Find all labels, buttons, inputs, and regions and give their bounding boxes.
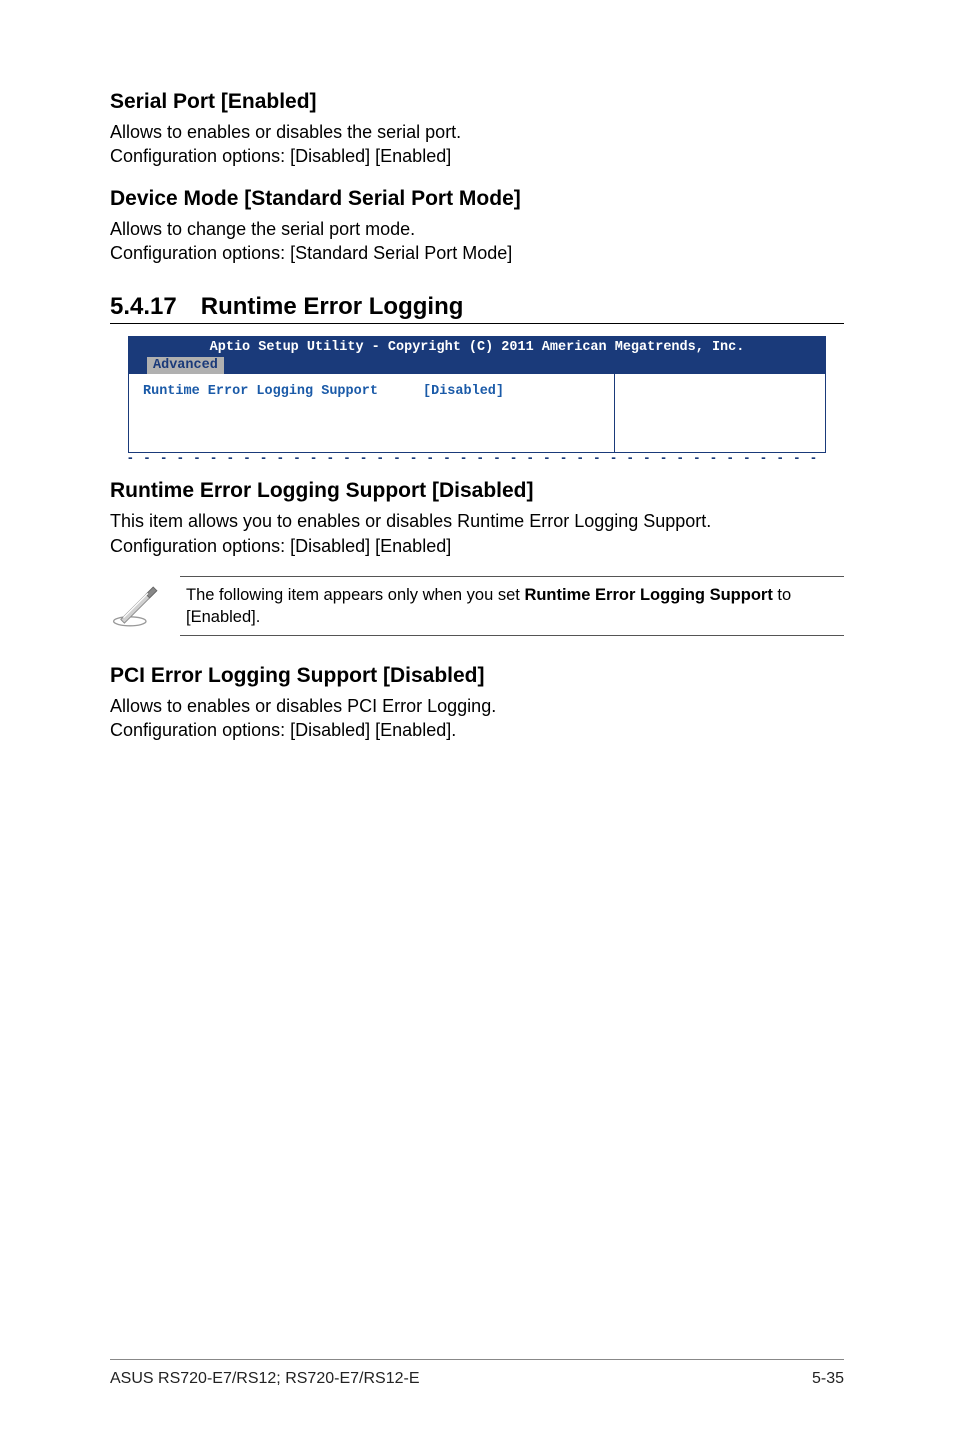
footer-right: 5-35 [812,1370,844,1388]
bios-setting-value: [Disabled] [423,384,504,399]
serial-port-line1: Allows to enables or disables the serial… [110,122,461,142]
runtime-support-heading: Runtime Error Logging Support [Disabled] [110,479,844,503]
runtime-support-line2: Configuration options: [Disabled] [Enabl… [110,536,451,556]
runtime-section-heading: 5.4.17 Runtime Error Logging [110,293,844,321]
runtime-support-line1: This item allows you to enables or disab… [110,511,711,531]
bios-header: Aptio Setup Utility - Copyright (C) 2011… [129,337,825,374]
pci-error-line2: Configuration options: [Disabled] [Enabl… [110,720,456,740]
note-text: The following item appears only when you… [186,584,844,629]
bios-tab-advanced: Advanced [147,357,224,375]
note-prefix: The following item appears only when you… [186,586,524,604]
runtime-support-text: This item allows you to enables or disab… [110,509,844,558]
bios-setting-label: Runtime Error Logging Support [143,384,423,399]
pen-note-icon [110,583,164,629]
device-mode-text: Allows to change the serial port mode. C… [110,217,844,266]
pci-error-line1: Allows to enables or disables PCI Error … [110,696,496,716]
footer-left: ASUS RS720-E7/RS12; RS720-E7/RS12-E [110,1370,419,1388]
pci-error-text: Allows to enables or disables PCI Error … [110,694,844,743]
runtime-section-number: 5.4.17 [110,293,177,321]
pci-error-heading: PCI Error Logging Support [Disabled] [110,664,844,688]
serial-port-text: Allows to enables or disables the serial… [110,120,844,169]
device-mode-heading: Device Mode [Standard Serial Port Mode] [110,187,844,211]
device-mode-line2: Configuration options: [Standard Serial … [110,243,512,263]
bios-setting-row: Runtime Error Logging Support [Disabled] [143,384,604,399]
serial-port-line2: Configuration options: [Disabled] [Enabl… [110,146,451,166]
runtime-section-title: Runtime Error Logging [201,293,464,320]
bios-tab-row: Advanced [129,357,825,375]
note-box: The following item appears only when you… [110,576,844,636]
bios-right-panel [615,374,825,452]
device-mode-line1: Allows to change the serial port mode. [110,219,415,239]
bios-left-panel: Runtime Error Logging Support [Disabled] [129,374,615,452]
note-bold: Runtime Error Logging Support [524,586,772,604]
serial-port-heading: Serial Port [Enabled] [110,90,844,114]
bios-bottom-border: ----------------------------------------… [128,453,826,461]
bios-screenshot: Aptio Setup Utility - Copyright (C) 2011… [128,336,826,453]
page-footer: ASUS RS720-E7/RS12; RS720-E7/RS12-E 5-35 [110,1359,844,1388]
note-bottom-rule [180,635,844,636]
bios-body: Runtime Error Logging Support [Disabled] [129,374,825,452]
bios-title: Aptio Setup Utility - Copyright (C) 2011… [129,339,825,357]
